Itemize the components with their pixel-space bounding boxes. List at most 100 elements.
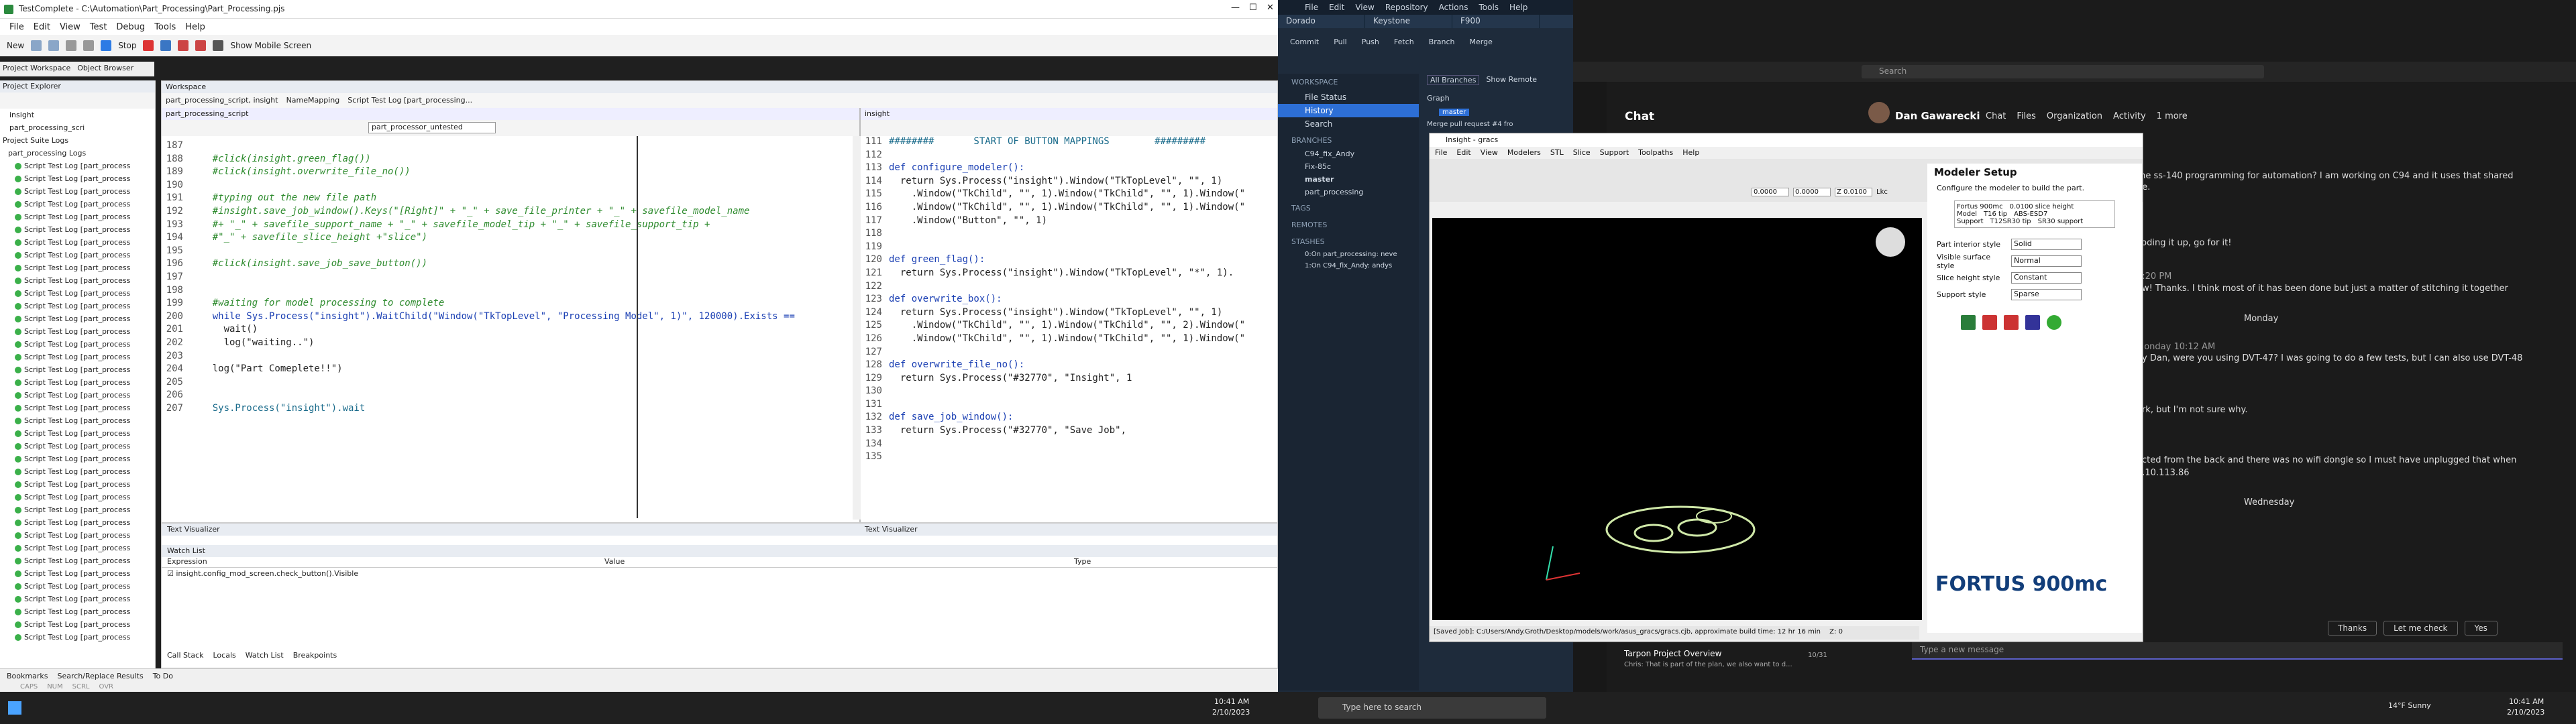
maximize-icon[interactable]: ☐ bbox=[1249, 3, 1257, 13]
tree-log-item[interactable]: Script Test Log [part_process bbox=[3, 478, 155, 491]
undo-icon[interactable] bbox=[66, 40, 77, 51]
taskbar-search[interactable]: Type here to search bbox=[1318, 697, 1546, 719]
status-tab[interactable]: To Do bbox=[153, 672, 173, 680]
master-tag[interactable]: master bbox=[1439, 109, 1470, 116]
tree-log-item[interactable]: Script Test Log [part_process bbox=[3, 287, 155, 300]
search-input[interactable]: Search bbox=[1862, 65, 2264, 78]
status-tab[interactable]: Search/Replace Results bbox=[57, 672, 143, 680]
debug-tab[interactable]: Call Stack bbox=[167, 651, 203, 660]
tree-log-item[interactable]: Script Test Log [part_process bbox=[3, 491, 155, 503]
clock-date[interactable]: 2/10/2023 bbox=[2507, 708, 2544, 717]
record-icon[interactable] bbox=[143, 40, 154, 51]
tree-log-item[interactable]: Script Test Log [part_process bbox=[3, 389, 155, 402]
tree-log-item[interactable]: Script Test Log [part_process bbox=[3, 198, 155, 210]
tags-heading[interactable]: TAGS bbox=[1278, 198, 1419, 215]
flag-icon[interactable] bbox=[1961, 315, 1976, 330]
tree-log-item[interactable]: Script Test Log [part_process bbox=[3, 160, 155, 172]
workspace-item[interactable]: Search bbox=[1278, 117, 1419, 131]
col-type[interactable]: Type bbox=[1074, 557, 1091, 567]
slice-icon[interactable] bbox=[2004, 315, 2019, 330]
field-select[interactable]: Constant bbox=[2011, 272, 2082, 284]
git-action[interactable]: Merge bbox=[1470, 38, 1493, 60]
repo-tab[interactable]: F900 bbox=[1452, 15, 1540, 28]
git-action[interactable]: Pull bbox=[1334, 38, 1347, 60]
open-icon[interactable] bbox=[31, 40, 42, 51]
git-action[interactable]: Commit bbox=[1290, 38, 1319, 60]
tree-log-item[interactable]: Script Test Log [part_process bbox=[3, 516, 155, 529]
tree-log-item[interactable]: Script Test Log [part_process bbox=[3, 542, 155, 554]
tree-log-item[interactable]: Script Test Log [part_process bbox=[3, 567, 155, 580]
menu-item-edit[interactable]: Edit bbox=[34, 22, 50, 32]
chat-tab[interactable]: Chat bbox=[1986, 111, 2006, 121]
tree-log-item[interactable]: Script Test Log [part_process bbox=[3, 363, 155, 376]
insight-menu-item[interactable]: Slice bbox=[1573, 148, 1591, 158]
field-select[interactable]: Normal bbox=[2011, 255, 2082, 267]
tree-log-item[interactable]: Script Test Log [part_process bbox=[3, 503, 155, 516]
start-icon[interactable] bbox=[8, 701, 21, 715]
insight-menu-item[interactable]: View bbox=[1481, 148, 1498, 158]
close-icon[interactable]: ✕ bbox=[1267, 3, 1274, 13]
branch-item[interactable]: part_processing bbox=[1278, 186, 1419, 198]
tree-log-item[interactable]: Script Test Log [part_process bbox=[3, 172, 155, 185]
col-value[interactable]: Value bbox=[604, 557, 1074, 567]
tree-log-item[interactable]: Script Test Log [part_process bbox=[3, 605, 155, 618]
tree-log-item[interactable]: Script Test Log [part_process bbox=[3, 223, 155, 236]
tree-log-item[interactable]: Script Test Log [part_process bbox=[3, 261, 155, 274]
clock-date-left[interactable]: 2/10/2023 bbox=[1212, 708, 1250, 717]
show-remote-toggle[interactable]: Show Remote bbox=[1486, 75, 1537, 85]
tree-suite-logs[interactable]: Project Suite Logs bbox=[3, 134, 155, 147]
git-menu-item[interactable]: Repository bbox=[1385, 3, 1428, 12]
tree-log-item[interactable]: Script Test Log [part_process bbox=[3, 300, 155, 312]
tab-project-workspace[interactable]: Project Workspace bbox=[3, 64, 70, 74]
field-y[interactable]: 0.0000 bbox=[1793, 187, 1831, 196]
field-select[interactable]: Sparse bbox=[2011, 289, 2082, 300]
right-doc-tab[interactable]: insight bbox=[861, 108, 1277, 120]
menu-item-help[interactable]: Help bbox=[185, 22, 205, 32]
tree-log-item[interactable]: Script Test Log [part_process bbox=[3, 631, 155, 644]
insight-menu-item[interactable]: Modelers bbox=[1507, 148, 1541, 158]
tree-log-item[interactable]: Script Test Log [part_process bbox=[3, 529, 155, 542]
debug-tab[interactable]: Locals bbox=[213, 651, 235, 660]
menu-item-test[interactable]: Test bbox=[90, 22, 107, 32]
git-menu-item[interactable]: View bbox=[1355, 3, 1374, 12]
toolpath-icon[interactable] bbox=[1982, 315, 1997, 330]
git-menu-item[interactable]: Help bbox=[1509, 3, 1527, 12]
show-mobile-screen-button[interactable]: Show Mobile Screen bbox=[230, 41, 311, 50]
branch-item[interactable]: C94_fix_Andy bbox=[1278, 147, 1419, 160]
insight-menu-item[interactable]: Edit bbox=[1456, 148, 1470, 158]
menu-item-tools[interactable]: Tools bbox=[154, 22, 176, 32]
stashes-heading[interactable]: STASHES bbox=[1278, 232, 1419, 249]
pause-icon[interactable] bbox=[160, 40, 172, 51]
tab-object-browser[interactable]: Object Browser bbox=[77, 64, 133, 74]
tree-log-item[interactable]: Script Test Log [part_process bbox=[3, 465, 155, 478]
stash-item[interactable]: 1:On C94_fix_Andy: andys bbox=[1278, 260, 1419, 272]
field-select[interactable]: Solid bbox=[2011, 239, 2082, 250]
chat-tab[interactable]: Activity bbox=[2113, 111, 2146, 121]
left-scrollbar[interactable] bbox=[853, 136, 861, 520]
branch-item[interactable]: master bbox=[1278, 173, 1419, 186]
minimize-icon[interactable]: — bbox=[1231, 3, 1240, 13]
tree-log-item[interactable]: Script Test Log [part_process bbox=[3, 249, 155, 261]
save-icon[interactable] bbox=[48, 40, 60, 51]
model-icon[interactable] bbox=[2047, 315, 2061, 330]
run-icon[interactable] bbox=[101, 40, 112, 51]
stash-item[interactable]: 0:On part_processing: neve bbox=[1278, 249, 1419, 260]
tree-log-item[interactable]: Script Test Log [part_process bbox=[3, 210, 155, 223]
compose-input[interactable]: Type a new message bbox=[1912, 642, 2563, 660]
col-expression[interactable]: Expression bbox=[162, 557, 604, 567]
quick-reply-button[interactable]: Yes bbox=[2464, 621, 2498, 636]
clock-time-left[interactable]: 10:41 AM bbox=[1214, 697, 1249, 706]
insight-menu-item[interactable]: Help bbox=[1682, 148, 1699, 158]
chat-tab[interactable]: Organization bbox=[2047, 111, 2102, 121]
tree-log-item[interactable]: Script Test Log [part_process bbox=[3, 593, 155, 605]
tree-log-item[interactable]: Script Test Log [part_process bbox=[3, 312, 155, 325]
tree-log-item[interactable]: Script Test Log [part_process bbox=[3, 185, 155, 198]
workspace-item[interactable]: History bbox=[1278, 104, 1419, 117]
3d-viewport[interactable] bbox=[1432, 218, 1922, 620]
git-menu-item[interactable]: Actions bbox=[1439, 3, 1468, 12]
tree-logs-folder[interactable]: part_processing Logs bbox=[3, 147, 155, 160]
left-code-area[interactable]: 187 188 #click(insight.green_flag()) 189 #… bbox=[162, 136, 859, 416]
workspace-tab[interactable]: Script Test Log [part_processing... bbox=[347, 96, 472, 105]
insight-menu-item[interactable]: Support bbox=[1600, 148, 1629, 158]
mobile-icon[interactable] bbox=[213, 40, 224, 51]
